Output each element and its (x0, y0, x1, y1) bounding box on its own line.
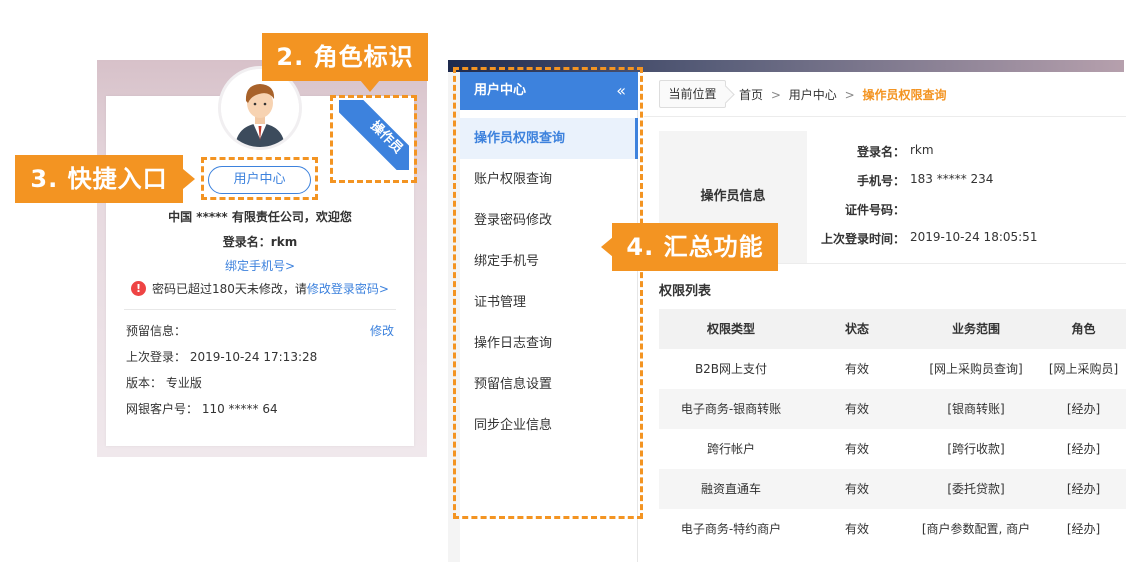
table-cell: B2B网上支付 (694, 362, 768, 376)
callout-pointer (601, 237, 613, 257)
breadcrumb-separator: > (844, 88, 855, 102)
summary-highlight-box (453, 67, 643, 519)
change-password-link[interactable]: 修改登录密码> (307, 280, 389, 297)
callout-role-indicator: 2. 角色标识 (262, 33, 428, 81)
table-cell: [网上采购员查询] (929, 362, 1023, 376)
table-cell: [经办] (1066, 442, 1101, 456)
table-row: 融资直通车 有效 [委托贷款] [经办] (659, 469, 1126, 509)
password-warning: ! 密码已超过180天未修改，请 修改登录密码> (131, 280, 389, 297)
callout-pointer (183, 169, 195, 189)
column-header: 状态 (844, 322, 869, 336)
table-cell: 有效 (844, 522, 869, 536)
table-cell: [委托贷款] (947, 482, 1005, 496)
breadcrumb-separator: > (770, 88, 781, 102)
breadcrumb: 首页 > 用户中心 > 操作员权限查询 (739, 86, 946, 103)
company-welcome: 中国 ***** 有限责任公司，欢迎您 (168, 210, 352, 224)
callout-quick-entry: 3. 快捷入口 (15, 155, 183, 203)
operator-field-key: 手机号： (856, 174, 905, 188)
edit-reserved-info-link[interactable]: 修改 (370, 322, 394, 339)
password-warning-text: 密码已超过180天未修改，请 (152, 282, 307, 296)
table-cell: [跨行收款] (947, 442, 1005, 456)
column-header: 角色 (1071, 322, 1096, 336)
table-row: B2B网上支付 有效 [网上采购员查询] [网上采购员] (659, 349, 1126, 389)
callout-pointer (360, 80, 380, 92)
table-cell: 电子商务-特约商户 (680, 522, 782, 536)
login-name: 登录名：rkm (222, 235, 298, 249)
table-cell: 有效 (844, 402, 869, 416)
table-cell: [经办] (1066, 402, 1101, 416)
permission-table-header: 权限类型 状态 业务范围 角色 (659, 309, 1126, 349)
breadcrumb-tag: 当前位置 (659, 80, 726, 108)
table-cell: 跨行帐户 (706, 442, 755, 456)
operator-field-key: 上次登录时间： (820, 232, 905, 246)
column-header: 业务范围 (951, 322, 1000, 336)
breadcrumb-user-center[interactable]: 用户中心 (789, 88, 837, 102)
table-cell: [网上采购员] (1048, 362, 1119, 376)
callout-summary-functions: 4. 汇总功能 (612, 223, 778, 271)
table-cell: 有效 (844, 442, 869, 456)
permission-list-title: 权限列表 (659, 284, 712, 299)
reserved-info-label: 预留信息： (126, 324, 187, 338)
operator-field-key: 登录名： (856, 145, 905, 159)
warning-icon: ! (131, 281, 146, 296)
role-highlight-box (330, 95, 417, 183)
table-cell: 有效 (844, 362, 869, 376)
customer-number-info: 网银客户号： 110 ***** 64 (126, 402, 278, 416)
table-cell: [经办] (1066, 482, 1101, 496)
operator-field-value: 2019-10-24 18:05:51 (910, 230, 1038, 244)
column-header: 权限类型 (706, 322, 755, 336)
table-cell: 融资直通车 (700, 482, 761, 496)
quick-entry-highlight-box (201, 157, 318, 200)
table-cell: 电子商务-银商转账 (680, 402, 782, 416)
table-row: 电子商务-特约商户 有效 [商户参数配置, 商户 [经办] (659, 509, 1126, 549)
profile-divider (124, 309, 396, 310)
screenshot-stage: 操作员 用户中心 中国 ***** 有限责任公司，欢迎您 登录名：rkm 绑定手… (0, 0, 1126, 565)
table-cell: [银商转账] (947, 402, 1005, 416)
bind-phone-link[interactable]: 绑定手机号> (106, 257, 414, 274)
operator-field-value: 183 ***** 234 (910, 172, 994, 186)
last-login-info: 上次登录： 2019-10-24 17:13:28 (126, 350, 318, 364)
breadcrumb-home[interactable]: 首页 (739, 88, 763, 102)
table-row: 跨行帐户 有效 [跨行收款] [经办] (659, 429, 1126, 469)
breadcrumb-current: 操作员权限查询 (862, 88, 947, 102)
operator-field-key: 证件号码： (844, 203, 905, 217)
divider (644, 116, 1126, 117)
table-cell: [经办] (1066, 522, 1101, 536)
version-info: 版本： 专业版 (126, 376, 202, 390)
table-cell: [商户参数配置, 商户 (921, 522, 1031, 536)
table-cell: 有效 (844, 482, 869, 496)
table-row: 电子商务-银商转账 有效 [银商转账] [经办] (659, 389, 1126, 429)
operator-field-value: rkm (910, 143, 934, 157)
